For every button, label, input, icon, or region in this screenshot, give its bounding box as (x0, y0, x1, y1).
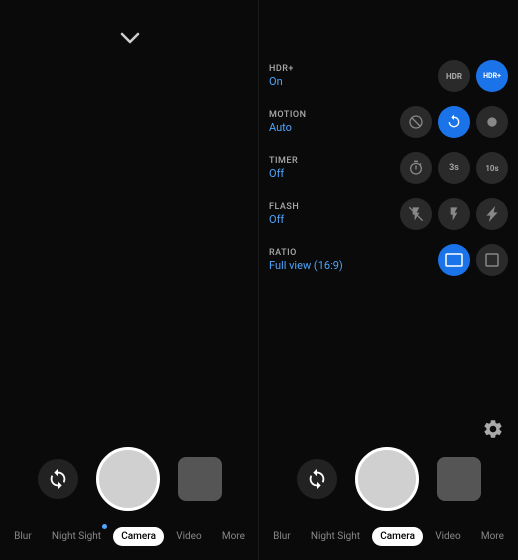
settings-row-hdr: HDR+ On HDR HDR+ (269, 60, 508, 92)
right-shutter-button[interactable] (355, 447, 419, 511)
right-nav-item-blur[interactable]: Blur (265, 527, 299, 546)
flash-icons (400, 198, 508, 230)
settings-row-flash: FLASH Off (269, 198, 508, 230)
nav-label-blur: Blur (6, 527, 40, 546)
nav-item-more[interactable]: More (214, 527, 253, 546)
left-camera-controls (0, 447, 259, 511)
right-nav-label-camera: Camera (372, 527, 423, 546)
motion-title: MOTION (269, 110, 339, 120)
motion-on-button[interactable] (476, 106, 508, 138)
settings-panel: HDR+ On HDR HDR+ MOTION Auto (269, 60, 508, 290)
motion-auto-button[interactable] (438, 106, 470, 138)
right-nav-label-more: More (473, 527, 512, 546)
nav-label-night-sight: Night Sight (44, 527, 109, 546)
right-nav-item-night-sight[interactable]: Night Sight (303, 527, 368, 546)
timer-off-button[interactable] (400, 152, 432, 184)
left-panel: Blur Night Sight Camera Video More (0, 0, 259, 560)
motion-off-button[interactable] (400, 106, 432, 138)
left-bottom-nav: Blur Night Sight Camera Video More (0, 523, 259, 552)
night-sight-dot (102, 524, 107, 529)
motion-icons (400, 106, 508, 138)
right-camera-controls (259, 447, 518, 511)
flip-camera-button[interactable] (38, 459, 78, 499)
hdr-value: On (269, 75, 339, 88)
nav-label-more: More (214, 527, 253, 546)
chevron-down-icon[interactable] (120, 28, 140, 49)
settings-row-timer: TIMER Off 3s 10s (269, 152, 508, 184)
nav-item-blur[interactable]: Blur (6, 527, 40, 546)
right-flip-camera-button[interactable] (297, 459, 337, 499)
nav-item-camera[interactable]: Camera (113, 527, 164, 546)
flash-off-button[interactable] (400, 198, 432, 230)
motion-value: Auto (269, 121, 339, 134)
right-nav-item-video[interactable]: Video (427, 527, 468, 546)
hdr-icons: HDR HDR+ (438, 60, 508, 92)
flash-auto-button[interactable] (438, 198, 470, 230)
right-nav-label-video: Video (427, 527, 468, 546)
nav-label-camera: Camera (113, 527, 164, 546)
preview-thumbnail[interactable] (178, 457, 222, 501)
flash-title: FLASH (269, 202, 339, 212)
right-nav-item-camera[interactable]: Camera (372, 527, 423, 546)
left-bottom-controls: Blur Night Sight Camera Video More (0, 447, 259, 560)
shutter-button[interactable] (96, 447, 160, 511)
ratio-title: RATIO (269, 248, 343, 258)
motion-label-group: MOTION Auto (269, 110, 339, 134)
right-bottom-nav: Blur Night Sight Camera Video More (259, 523, 518, 552)
right-preview-thumbnail[interactable] (437, 457, 481, 501)
flash-on-button[interactable] (476, 198, 508, 230)
flash-value: Off (269, 213, 339, 226)
timer-10s-button[interactable]: 10s (476, 152, 508, 184)
right-nav-label-night-sight: Night Sight (303, 527, 368, 546)
timer-title: TIMER (269, 156, 339, 166)
nav-item-night-sight[interactable]: Night Sight (44, 527, 109, 546)
nav-label-video: Video (168, 527, 209, 546)
settings-row-motion: MOTION Auto (269, 106, 508, 138)
right-panel: HDR+ On HDR HDR+ MOTION Auto (259, 0, 518, 560)
timer-label-group: TIMER Off (269, 156, 339, 180)
ratio-full-button[interactable] (438, 244, 470, 276)
timer-icons: 3s 10s (400, 152, 508, 184)
hdr-on-button[interactable]: HDR+ (476, 60, 508, 92)
settings-row-ratio: RATIO Full view (16:9) (269, 244, 508, 276)
timer-3s-button[interactable]: 3s (438, 152, 470, 184)
flash-label-group: FLASH Off (269, 202, 339, 226)
nav-item-video[interactable]: Video (168, 527, 209, 546)
right-bottom-controls: Blur Night Sight Camera Video More (259, 447, 518, 560)
right-nav-label-blur: Blur (265, 527, 299, 546)
ratio-icons (438, 244, 508, 276)
ratio-value: Full view (16:9) (269, 259, 343, 272)
hdr-title: HDR+ (269, 64, 339, 74)
ratio-label-group: RATIO Full view (16:9) (269, 248, 343, 272)
timer-value: Off (269, 167, 339, 180)
settings-gear-button[interactable] (482, 418, 504, 445)
hdr-label-group: HDR+ On (269, 64, 339, 88)
hdr-off-button[interactable]: HDR (438, 60, 470, 92)
right-nav-item-more[interactable]: More (473, 527, 512, 546)
ratio-square-button[interactable] (476, 244, 508, 276)
